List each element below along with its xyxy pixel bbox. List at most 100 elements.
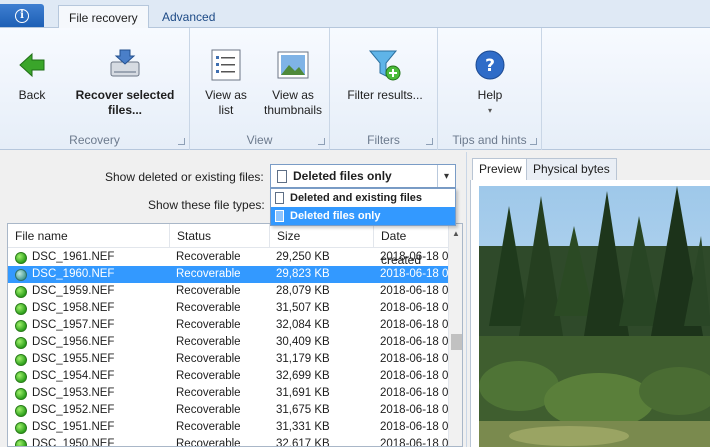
recoverable-status-icon	[15, 337, 27, 349]
recoverable-status-icon	[15, 371, 27, 383]
file-name-cell: DSC_1958.NEF	[32, 302, 115, 314]
back-label: Back	[18, 88, 46, 102]
status-cell: Recoverable	[176, 421, 241, 433]
status-cell: Recoverable	[176, 285, 241, 297]
column-header-file-name[interactable]: File name	[8, 224, 170, 248]
app-menu-button[interactable]: i	[0, 4, 44, 27]
group-launcher-filters[interactable]	[426, 138, 433, 145]
tab-preview[interactable]: Preview	[472, 158, 529, 181]
ribbon-group-view: View as list View as thumbnails View	[190, 28, 330, 150]
file-name-cell: DSC_1951.NEF	[32, 421, 115, 433]
view-list-label-2: list	[218, 103, 234, 117]
table-row[interactable]: DSC_1959.NEF Recoverable 28,079 KB 2018-06-…	[8, 283, 450, 300]
status-cell: Recoverable	[176, 404, 241, 416]
file-name-cell: DSC_1953.NEF	[32, 387, 115, 399]
list-icon	[209, 48, 243, 82]
help-dropdown-caret[interactable]: ▾	[464, 103, 516, 118]
recoverable-status-icon	[15, 388, 27, 400]
recoverable-status-icon	[15, 405, 27, 417]
document-icon	[275, 210, 284, 222]
size-cell: 31,331 KB	[276, 421, 330, 433]
size-cell: 28,079 KB	[276, 285, 330, 297]
deleted-existing-select[interactable]: Deleted files only ▾	[270, 164, 456, 188]
info-icon: i	[15, 8, 29, 23]
table-row[interactable]: DSC_1955.NEF Recoverable 31,179 KB 2018-06-…	[8, 351, 450, 368]
panel-divider[interactable]	[466, 152, 467, 447]
file-list-rows: DSC_1961.NEF Recoverable 29,250 KB 2018-06-…	[8, 249, 450, 447]
group-launcher-tips[interactable]	[530, 138, 537, 145]
tab-file-recovery[interactable]: File recovery	[58, 5, 149, 29]
file-name-cell: DSC_1955.NEF	[32, 353, 115, 365]
file-name-cell: DSC_1961.NEF	[32, 251, 115, 263]
date-cell: 2018-06-18 08	[380, 302, 450, 314]
chevron-down-icon[interactable]: ▾	[437, 165, 455, 187]
size-cell: 32,084 KB	[276, 319, 330, 331]
date-cell: 2018-06-18 08	[380, 438, 450, 447]
vertical-scrollbar[interactable]: ▲	[448, 224, 462, 446]
tab-advanced[interactable]: Advanced	[152, 5, 225, 28]
table-row[interactable]: DSC_1960.NEF Recoverable 29,823 KB 2018-06-…	[8, 266, 450, 283]
option-deleted-only[interactable]: Deleted files only	[271, 207, 455, 225]
group-label-filters: Filters	[367, 133, 400, 147]
file-name-cell: DSC_1950.NEF	[32, 438, 115, 447]
file-list-header: File name Status Size Date created	[8, 224, 448, 267]
date-cell: 2018-06-18 08	[380, 387, 450, 399]
file-name-cell: DSC_1956.NEF	[32, 336, 115, 348]
group-launcher-recovery[interactable]	[178, 138, 185, 145]
view-as-thumbnails-button[interactable]: View as thumbnails	[258, 48, 328, 118]
size-cell: 32,617 KB	[276, 438, 330, 447]
scroll-up-icon[interactable]: ▲	[452, 229, 460, 238]
view-as-list-button[interactable]: View as list	[200, 48, 252, 118]
recoverable-status-icon	[15, 286, 27, 298]
table-row[interactable]: DSC_1952.NEF Recoverable 31,675 KB 2018-06-…	[8, 402, 450, 419]
recoverable-status-icon	[15, 354, 27, 366]
option-deleted-and-existing[interactable]: Deleted and existing files	[271, 189, 455, 207]
ribbon-group-tips: ? Help ▾ Tips and hints	[438, 28, 542, 150]
status-cell: Recoverable	[176, 353, 241, 365]
table-row[interactable]: DSC_1951.NEF Recoverable 31,331 KB 2018-06-…	[8, 419, 450, 436]
size-cell: 30,409 KB	[276, 336, 330, 348]
date-cell: 2018-06-18 08	[380, 336, 450, 348]
show-deleted-label: Show deleted or existing files:	[105, 170, 264, 184]
file-name-cell: DSC_1954.NEF	[32, 370, 115, 382]
table-row[interactable]: DSC_1961.NEF Recoverable 29,250 KB 2018-06-…	[8, 249, 450, 266]
view-thumbs-label-2: thumbnails	[263, 103, 323, 117]
status-cell: Recoverable	[176, 251, 241, 263]
svg-text:?: ?	[485, 56, 495, 76]
recover-selected-button[interactable]: Recover selected files...	[66, 48, 184, 118]
column-header-size[interactable]: Size	[270, 224, 374, 248]
table-row[interactable]: DSC_1953.NEF Recoverable 31,691 KB 2018-06-…	[8, 385, 450, 402]
recoverable-status-icon	[15, 269, 27, 281]
option-label: Deleted files only	[290, 210, 381, 222]
table-row[interactable]: DSC_1958.NEF Recoverable 31,507 KB 2018-06-…	[8, 300, 450, 317]
document-icon	[277, 169, 287, 183]
date-cell: 2018-06-18 08	[380, 285, 450, 297]
group-launcher-view[interactable]	[318, 138, 325, 145]
tab-physical-bytes[interactable]: Physical bytes	[526, 158, 617, 180]
help-button[interactable]: ? Help ▾	[464, 48, 516, 118]
column-header-date-created[interactable]: Date created	[374, 224, 448, 267]
back-button[interactable]: Back	[8, 48, 56, 103]
filter-results-button[interactable]: Filter results...	[340, 48, 430, 103]
back-arrow-icon	[15, 48, 49, 82]
status-cell: Recoverable	[176, 370, 241, 382]
table-row[interactable]: DSC_1956.NEF Recoverable 30,409 KB 2018-06-…	[8, 334, 450, 351]
ribbon: Back Recover selected files... Recovery	[0, 28, 710, 150]
table-row[interactable]: DSC_1957.NEF Recoverable 32,084 KB 2018-06-…	[8, 317, 450, 334]
scrollbar-thumb[interactable]	[451, 334, 462, 350]
file-name-cell: DSC_1960.NEF	[32, 268, 115, 280]
date-cell: 2018-06-18 08	[380, 404, 450, 416]
recoverable-status-icon	[15, 439, 27, 446]
file-name-cell: DSC_1957.NEF	[32, 319, 115, 331]
preview-pane	[470, 180, 710, 447]
table-row[interactable]: DSC_1950.NEF Recoverable 32,617 KB 2018-06-…	[8, 436, 450, 447]
size-cell: 31,507 KB	[276, 302, 330, 314]
status-cell: Recoverable	[176, 302, 241, 314]
date-cell: 2018-06-18 08	[380, 370, 450, 382]
column-header-status[interactable]: Status	[170, 224, 270, 248]
ribbon-group-recovery: Back Recover selected files... Recovery	[0, 28, 190, 150]
status-cell: Recoverable	[176, 336, 241, 348]
table-row[interactable]: DSC_1954.NEF Recoverable 32,699 KB 2018-06-…	[8, 368, 450, 385]
date-cell: 2018-06-18 08	[380, 268, 450, 280]
size-cell: 29,823 KB	[276, 268, 330, 280]
